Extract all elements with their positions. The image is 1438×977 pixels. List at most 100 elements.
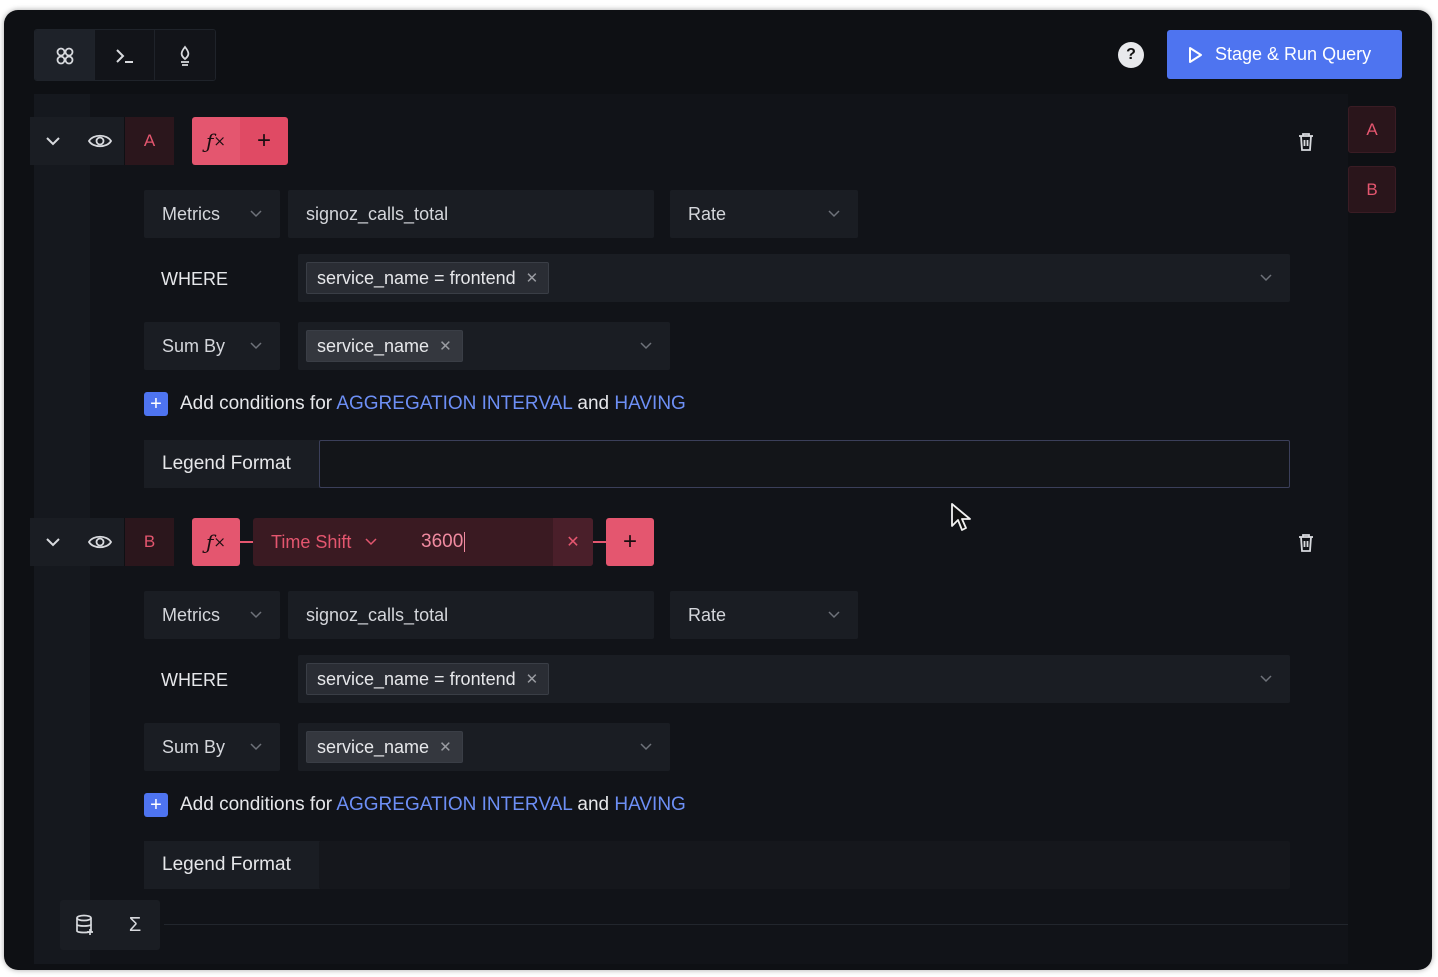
collapse-toggle[interactable] [30, 117, 76, 165]
legend-format-input[interactable] [319, 841, 1290, 889]
group-by-operator-select[interactable]: Sum By [144, 723, 280, 771]
help-icon[interactable]: ? [1118, 42, 1144, 68]
query-a-header: A [30, 117, 174, 165]
chevron-down-icon [828, 611, 840, 619]
visibility-toggle[interactable] [76, 117, 124, 165]
plus-icon: + [144, 392, 168, 416]
close-icon: ✕ [566, 534, 580, 551]
filter-tag-label: service_name = frontend [317, 668, 516, 689]
chevron-down-icon [640, 342, 652, 350]
group-by-tag-label: service_name [317, 335, 430, 356]
metric-name-value: signoz_calls_total [306, 604, 449, 625]
add-function-button[interactable]: + [606, 518, 654, 566]
function-button[interactable]: ƒ × [192, 117, 240, 165]
eye-icon [88, 134, 112, 148]
data-source-value: Metrics [162, 203, 220, 224]
time-shift-function: Time Shift 3600 ✕ [253, 518, 593, 566]
metric-name-input[interactable]: signoz_calls_total [288, 591, 654, 639]
query-mode-toolbar [34, 29, 216, 81]
metric-name-value: signoz_calls_total [306, 203, 449, 224]
time-shift-value: 3600 [421, 531, 464, 552]
group-by-tag: service_name ✕ [306, 330, 463, 362]
where-filter-input[interactable]: service_name = frontend ✕ [298, 655, 1290, 703]
query-letter-a: A [124, 117, 174, 165]
group-by-input[interactable]: service_name ✕ [298, 723, 670, 771]
trash-icon [1299, 534, 1313, 552]
data-source-select[interactable]: Metrics [144, 190, 280, 238]
eye-icon [88, 535, 112, 549]
chevron-down-icon [250, 611, 262, 619]
add-query-toolbar: Σ [60, 900, 160, 950]
group-by-operator-select[interactable]: Sum By [144, 322, 280, 370]
function-name-value: Time Shift [271, 531, 352, 552]
time-shift-value-input[interactable]: 3600 [403, 518, 553, 566]
aggregate-operator-value: Rate [688, 604, 727, 625]
chevron-down-icon [828, 210, 840, 218]
close-icon[interactable]: ✕ [526, 670, 539, 688]
add-formula-button[interactable]: Σ [110, 900, 160, 950]
promql-icon [180, 45, 190, 66]
add-conditions-toggle[interactable]: + Add conditions for AGGREGATION INTERVA… [144, 793, 686, 817]
aggregate-operator-select[interactable]: Rate [670, 591, 858, 639]
text-caret [464, 532, 466, 552]
where-label: WHERE [161, 269, 228, 289]
legend-format-label: Legend Format [144, 440, 320, 488]
query-letter-b: B [124, 518, 174, 566]
chevron-down-icon [46, 137, 60, 146]
close-icon[interactable]: ✕ [439, 337, 452, 355]
stage-and-run-query-button[interactable]: Stage & Run Query [1167, 30, 1402, 79]
aggregate-operator-select[interactable]: Rate [670, 190, 858, 238]
aggregate-operator-value: Rate [688, 203, 727, 224]
close-icon[interactable]: ✕ [439, 738, 452, 756]
add-query-button[interactable] [60, 900, 110, 950]
add-conditions-toggle[interactable]: + Add conditions for AGGREGATION INTERVA… [144, 392, 686, 416]
filter-tag: service_name = frontend ✕ [306, 663, 550, 695]
filter-tag: service_name = frontend ✕ [306, 262, 550, 294]
promql-query-tab[interactable] [155, 30, 215, 80]
delete-query-a-button[interactable] [1294, 130, 1318, 154]
query-builder-icon [56, 47, 73, 65]
query-b-header: B [30, 518, 174, 566]
metric-name-input[interactable]: signoz_calls_total [288, 190, 654, 238]
chevron-down-icon [250, 342, 262, 350]
side-tab-a[interactable]: A [1348, 106, 1396, 153]
group-by-operator-value: Sum By [162, 736, 226, 757]
play-icon [1189, 46, 1202, 63]
group-by-input[interactable]: service_name ✕ [298, 322, 670, 370]
query-builder-window: ? Stage & Run Query A B A ƒ × + Metrics s… [4, 10, 1432, 970]
function-name-select[interactable]: Time Shift [253, 532, 403, 553]
group-by-operator-value: Sum By [162, 335, 226, 356]
delete-query-b-button[interactable] [1294, 531, 1318, 555]
chevron-down-icon [365, 538, 377, 546]
legend-format-input[interactable] [319, 440, 1290, 488]
function-button[interactable]: ƒ × [192, 518, 240, 566]
chevron-down-icon [250, 743, 262, 751]
query-b-functions: ƒ × Time Shift 3600 ✕ + [192, 518, 654, 566]
add-conditions-text: Add conditions for AGGREGATION INTERVAL … [180, 794, 686, 815]
database-icon [76, 914, 93, 935]
run-button-label: Stage & Run Query [1215, 44, 1372, 64]
terminal-icon [115, 49, 133, 63]
query-builder-tab[interactable] [35, 30, 95, 80]
legend-format-label: Legend Format [144, 841, 320, 889]
remove-function-button[interactable]: ✕ [553, 518, 593, 566]
connector-line [593, 541, 606, 543]
add-conditions-text: Add conditions for AGGREGATION INTERVAL … [180, 393, 686, 414]
clickhouse-query-tab[interactable] [95, 30, 155, 80]
add-function-button[interactable]: + [240, 117, 288, 165]
collapse-toggle[interactable] [30, 518, 76, 566]
group-by-tag-label: service_name [317, 736, 430, 757]
where-filter-input[interactable]: service_name = frontend ✕ [298, 254, 1290, 302]
trash-icon [1299, 133, 1313, 151]
visibility-toggle[interactable] [76, 518, 124, 566]
plus-icon: + [144, 793, 168, 817]
side-tab-b[interactable]: B [1348, 166, 1396, 213]
chevron-down-icon [250, 210, 262, 218]
filter-tag-label: service_name = frontend [317, 267, 516, 288]
close-icon[interactable]: ✕ [526, 269, 539, 287]
mouse-cursor-icon [951, 503, 971, 531]
query-a-functions: ƒ × + [192, 117, 288, 165]
divider [164, 924, 1348, 925]
chevron-down-icon [1260, 675, 1272, 683]
data-source-select[interactable]: Metrics [144, 591, 280, 639]
